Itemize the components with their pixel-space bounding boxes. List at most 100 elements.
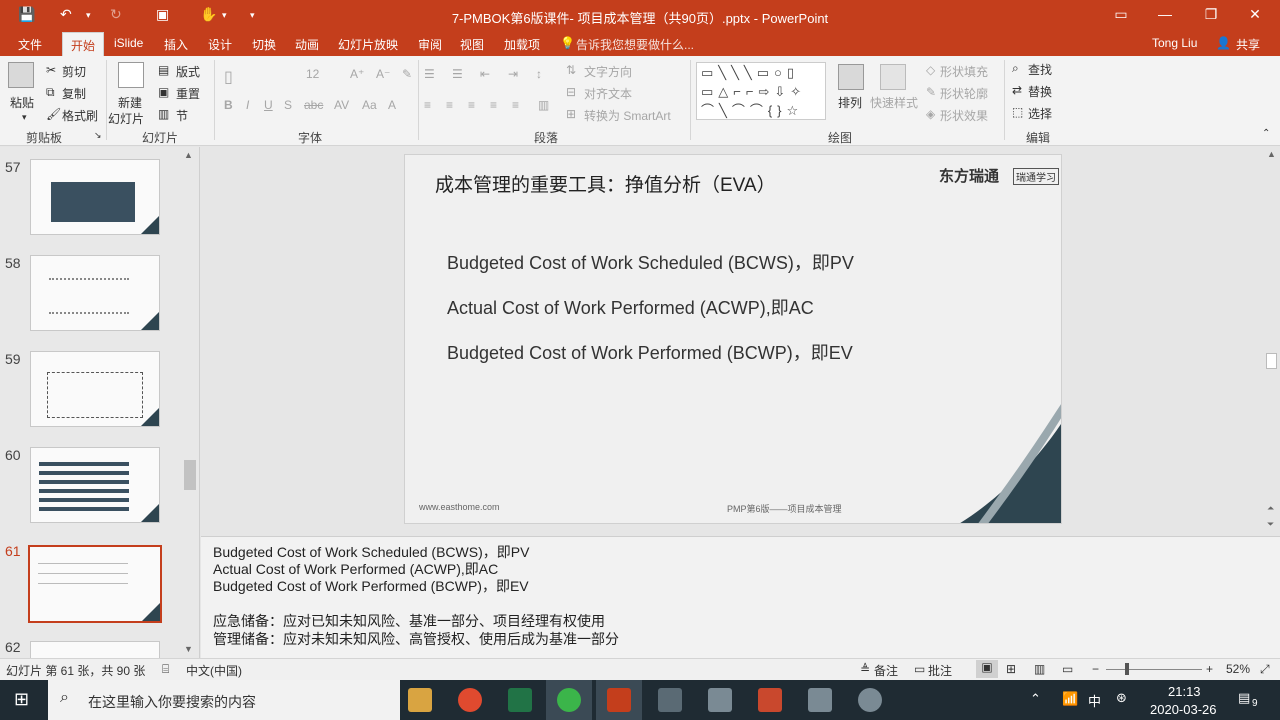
input-method-icon[interactable]: ⊛ — [1116, 690, 1127, 706]
layout-button[interactable]: 版式 — [176, 63, 200, 80]
reset-button[interactable]: 重置 — [176, 85, 200, 102]
smartart-button[interactable]: 转换为 SmartArt — [584, 107, 671, 124]
scroll-up-icon[interactable]: ▲ — [184, 150, 193, 160]
bullets-icon[interactable]: ☰ — [424, 67, 435, 81]
slide-scrollbar[interactable]: ▲ ⏶ ⏷ — [1263, 147, 1280, 535]
tray-expand-icon[interactable]: ⌃ — [1030, 691, 1041, 707]
shape-fill-button[interactable]: 形状填充 — [940, 63, 988, 80]
notes-toggle[interactable]: 备注 — [874, 662, 898, 679]
justify-icon[interactable]: ≡ — [490, 98, 497, 112]
tab-animations[interactable]: 动画 — [295, 36, 319, 53]
new-slide-button[interactable]: 新建 — [118, 94, 142, 111]
chrome-icon[interactable] — [458, 688, 482, 712]
italic-icon[interactable]: I — [246, 98, 249, 112]
notification-icon[interactable]: ▤ — [1238, 690, 1250, 706]
find-button[interactable]: 查找 — [1028, 61, 1052, 78]
increase-indent-icon[interactable]: ⇥ — [508, 67, 518, 81]
slide-title[interactable]: 成本管理的重要工具：挣值分析（EVA） — [435, 170, 776, 197]
zoom-in-icon[interactable]: + — [1206, 662, 1213, 676]
tab-view[interactable]: 视图 — [460, 36, 484, 53]
font-name-box[interactable]: ▯ — [224, 67, 233, 87]
wechat-icon[interactable] — [557, 688, 581, 712]
slide-thumbnail[interactable] — [30, 447, 160, 523]
zoom-level[interactable]: 52% — [1226, 662, 1250, 676]
shape-effects-button[interactable]: 形状效果 — [940, 107, 988, 124]
tab-addins[interactable]: 加载项 — [504, 36, 540, 53]
tab-insert[interactable]: 插入 — [164, 36, 188, 53]
clock-date[interactable]: 2020-03-26 — [1150, 702, 1217, 717]
align-left-icon[interactable]: ≡ — [424, 98, 431, 112]
copy-button[interactable]: 复制 — [62, 85, 86, 102]
close-button[interactable]: ✕ — [1240, 6, 1270, 23]
reading-view-icon[interactable]: ▥ — [1034, 662, 1045, 676]
tab-review[interactable]: 审阅 — [418, 36, 442, 53]
thumbnail-scrollbar[interactable]: ▲ ▼ — [180, 150, 198, 655]
tab-home[interactable]: 开始 — [62, 32, 105, 56]
select-button[interactable]: 选择 — [1028, 105, 1052, 122]
next-slide-icon[interactable]: ⏷ — [1267, 519, 1274, 530]
slideshow-view-icon[interactable]: ▭ — [1062, 662, 1073, 676]
tab-slideshow[interactable]: 幻灯片放映 — [338, 36, 398, 53]
share-button[interactable]: 共享 — [1236, 36, 1260, 53]
prev-slide-icon[interactable]: ⏶ — [1267, 503, 1274, 514]
restore-button[interactable]: ❐ — [1196, 6, 1226, 23]
scroll-up-icon[interactable]: ▲ — [1267, 149, 1276, 159]
cut-button[interactable]: 剪切 — [62, 63, 86, 80]
slide-sorter-icon[interactable]: ⊞ — [1006, 662, 1016, 676]
comments-toggle[interactable]: 批注 — [928, 662, 952, 679]
current-slide[interactable]: 成本管理的重要工具：挣值分析（EVA） 东方瑞通 瑞通学习 Budgeted C… — [404, 154, 1062, 524]
powerpoint-icon[interactable] — [607, 688, 631, 712]
replace-button[interactable]: 替换 — [1028, 83, 1052, 100]
align-text-button[interactable]: 对齐文本 — [584, 85, 632, 102]
font-color-icon[interactable]: A — [388, 98, 396, 112]
shapes-gallery[interactable]: ▭╲╲╲▭○▯ ▭△⌐⌐⇨⇩✧ ⌒╲⌒⌒{}☆ — [696, 62, 826, 120]
slide-thumbnail[interactable] — [30, 351, 160, 427]
format-painter-button[interactable]: 格式刷 — [62, 107, 98, 124]
section-button[interactable]: 节 — [176, 107, 188, 124]
fit-window-icon[interactable]: ⤢ — [1260, 662, 1270, 677]
spellcheck-icon[interactable]: ⌸ — [162, 662, 169, 677]
paste-button[interactable]: 粘贴 — [10, 94, 34, 111]
underline-icon[interactable]: U — [264, 98, 273, 112]
file-explorer-icon[interactable] — [408, 688, 432, 712]
zoom-slider-track[interactable] — [1106, 669, 1202, 670]
excel-icon[interactable] — [508, 688, 532, 712]
strikethrough-icon[interactable]: abc — [304, 98, 323, 112]
shadow-icon[interactable]: S — [284, 98, 292, 112]
quick-styles-button[interactable]: 快速样式 — [870, 94, 918, 111]
text-direction-button[interactable]: 文字方向 — [584, 63, 632, 80]
font-size-box[interactable]: 12 — [306, 67, 319, 81]
align-right-icon[interactable]: ≡ — [468, 98, 475, 112]
slide-thumbnail-selected[interactable] — [28, 545, 162, 623]
tab-design[interactable]: 设计 — [208, 36, 232, 53]
app-icon[interactable] — [858, 688, 882, 712]
slide-text-line[interactable]: Actual Cost of Work Performed (ACWP),即AC — [447, 294, 814, 320]
zoom-slider-handle[interactable] — [1125, 663, 1129, 675]
new-slide-icon[interactable] — [118, 62, 144, 88]
bold-icon[interactable]: B — [224, 98, 233, 112]
zoom-out-icon[interactable]: − — [1092, 662, 1099, 676]
app-icon[interactable] — [758, 688, 782, 712]
paste-dropdown-icon[interactable]: ▾ — [22, 112, 27, 123]
tab-file[interactable]: 文件 — [18, 36, 42, 53]
windows-start-icon[interactable]: ⊞ — [14, 689, 29, 710]
scrollbar-thumb[interactable] — [184, 460, 196, 490]
slide-thumbnail[interactable] — [30, 255, 160, 331]
grow-font-icon[interactable]: A⁺ — [350, 67, 364, 81]
taskbar-search[interactable]: ⌕ 在这里输入你要搜索的内容 — [48, 680, 400, 720]
shape-outline-button[interactable]: 形状轮廓 — [940, 85, 988, 102]
slide-thumbnail[interactable] — [30, 159, 160, 235]
app-icon[interactable] — [708, 688, 732, 712]
notes-pane[interactable]: Budgeted Cost of Work Scheduled (BCWS)，即… — [201, 536, 1280, 658]
align-center-icon[interactable]: ≡ — [446, 98, 453, 112]
normal-view-icon[interactable]: ▣ — [976, 660, 998, 678]
minimize-button[interactable]: — — [1150, 6, 1180, 22]
quick-styles-icon[interactable] — [880, 64, 906, 90]
paste-icon[interactable] — [8, 62, 34, 88]
clear-format-icon[interactable]: ✎ — [402, 67, 412, 81]
clock-time[interactable]: 21:13 — [1168, 684, 1201, 699]
shrink-font-icon[interactable]: A⁻ — [376, 67, 390, 81]
ribbon-display-icon[interactable]: ▭ — [1106, 6, 1136, 23]
slide-text-line[interactable]: Budgeted Cost of Work Scheduled (BCWS)，即… — [447, 249, 854, 275]
clipboard-launcher-icon[interactable]: ↘ — [94, 130, 102, 141]
